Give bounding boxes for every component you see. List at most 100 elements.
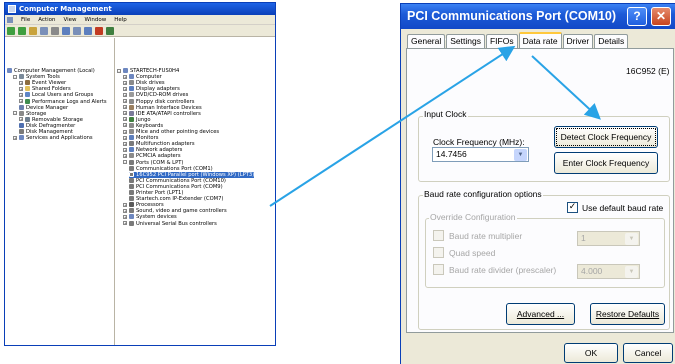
use-default-baud-checkbox[interactable]: ✓ [567,202,578,213]
tree-item[interactable]: + Computer [123,74,162,80]
tree-item[interactable]: + Sound, video and game controllers [123,208,227,214]
expand-icon[interactable]: + [123,135,127,140]
baud-divider-combo[interactable]: 4.000 ▼ [577,264,640,279]
dropdown-arrow-icon[interactable]: ▼ [625,233,638,245]
tree-item[interactable]: Computer Management (Local) [7,68,95,74]
device-tree[interactable]: - STARTECH-FUS0H4 + Computer + Disk drives + Di… [115,38,275,345]
tree-item[interactable]: + Human Interface Devices [123,104,202,111]
tree-item[interactable]: + System devices [123,214,177,220]
tree-item[interactable]: Communications Port (COM1) [129,165,213,172]
restore-defaults-button[interactable]: Restore Defaults [590,303,665,325]
expand-icon[interactable]: + [19,92,23,97]
tab-general[interactable]: General [407,34,446,48]
detect-clock-button[interactable]: Detect Clock Frequency [554,126,658,148]
tab-data-rate[interactable]: Data rate [518,32,562,48]
tree-item[interactable]: + Mice and other pointing devices [123,129,219,135]
expand-icon[interactable]: + [123,129,127,134]
tree-item[interactable]: Printer Port (LPT1) [129,190,183,196]
help-icon[interactable] [62,26,70,35]
tree-item[interactable]: - System Tools [13,74,60,80]
collapse-icon[interactable]: - [123,160,127,164]
ok-button[interactable]: OK [564,343,618,363]
tree-item[interactable]: Disk Defragmenter [19,122,75,129]
baud-divider-checkbox[interactable] [433,264,444,275]
menu-help[interactable]: Help [114,15,127,24]
tree-item[interactable]: + Universal Serial Bus controllers [123,220,217,227]
expand-icon[interactable]: + [123,111,127,116]
expand-icon[interactable]: + [19,80,23,85]
close-button[interactable]: ✕ [651,7,671,26]
expand-icon[interactable]: + [123,123,127,128]
tree-item[interactable]: - STARTECH-FUS0H4 [117,68,179,74]
tree-item[interactable]: + Disk drives [123,80,165,86]
scan-hardware-icon[interactable] [84,26,92,35]
tree-item[interactable]: + Jungo [123,116,151,123]
tree-item[interactable]: + DVD/CD-ROM drives [123,92,188,98]
tree-item[interactable]: + Performance Logs and Alerts [19,98,107,105]
expand-icon[interactable]: + [123,208,127,213]
tree-item[interactable]: + Processors [123,202,164,208]
baud-multiplier-combo[interactable]: 1 ▼ [577,231,640,246]
advanced-button[interactable]: Advanced ... [506,303,575,325]
dropdown-arrow-icon[interactable]: ▼ [514,149,527,161]
expand-icon[interactable]: + [123,92,127,97]
expand-icon[interactable]: + [19,117,23,122]
tree-item[interactable]: + Event Viewer [19,80,66,86]
expand-icon[interactable]: + [123,153,127,158]
forward-icon[interactable] [18,26,26,35]
tree-item[interactable]: + Monitors [123,135,158,141]
tree-item[interactable]: + Local Users and Groups [19,92,93,98]
tree-item[interactable]: Device Manager [19,104,68,111]
expand-icon[interactable]: + [123,74,127,79]
menu-window[interactable]: Window [85,15,107,24]
tree-item[interactable]: + Services and Applications [13,135,93,141]
tree-item[interactable]: + Multifunction adapters [123,141,195,147]
console-tree[interactable]: Computer Management (Local) - System Tools… [5,38,115,345]
enter-clock-button[interactable]: Enter Clock Frequency [554,152,658,174]
cancel-button[interactable]: Cancel [623,343,673,363]
tree-item[interactable]: 16C952 PCI Parallel port (Windows XP) (L… [129,171,255,178]
menu-file[interactable]: File [21,15,30,24]
tab-driver[interactable]: Driver [562,34,594,48]
expand-icon[interactable]: + [123,221,127,225]
tree-item[interactable]: + Removable Storage [19,116,83,123]
print-icon[interactable] [51,26,59,35]
tree-item[interactable]: PCI Communications Port (COM9) [129,183,223,190]
expand-icon[interactable]: + [123,147,127,152]
tab-details[interactable]: Details [594,34,629,48]
expand-icon[interactable]: + [123,99,127,103]
baud-multiplier-checkbox[interactable] [433,230,444,241]
tree-item[interactable]: Disk Management [19,129,73,135]
tree-item[interactable]: + Shared Folders [19,86,71,92]
expand-icon[interactable]: + [123,80,127,85]
menu-view[interactable]: View [63,15,76,24]
expand-icon[interactable]: + [19,99,23,103]
tree-item[interactable]: + Floppy disk controllers [123,98,194,105]
disable-icon[interactable] [106,26,114,35]
expand-icon[interactable]: + [13,135,17,140]
tree-item[interactable]: + IDE ATA/ATAPI controllers [123,110,201,117]
show-tree-icon[interactable] [40,26,48,35]
tree-item[interactable]: + Network adapters [123,147,182,153]
tree-item[interactable]: - Ports (COM & LPT) [123,159,183,166]
expand-icon[interactable]: + [19,86,23,91]
expand-icon[interactable]: + [123,141,127,146]
uninstall-icon[interactable] [95,26,103,35]
tree-item[interactable]: + Keyboards [123,122,163,129]
help-button[interactable]: ? [627,7,647,26]
tab-settings[interactable]: Settings [446,34,485,48]
tree-item[interactable]: - Storage [13,110,46,117]
tree-item[interactable]: PCI Communications Port (COM10) [129,177,226,184]
tab-fifos[interactable]: FIFOs [485,34,518,48]
dialog-title-bar[interactable]: PCI Communications Port (COM10) Properti… [401,4,675,48]
up-icon[interactable] [29,26,37,35]
expand-icon[interactable]: + [123,117,127,122]
collapse-icon[interactable]: - [13,111,17,116]
collapse-icon[interactable]: - [13,74,17,79]
back-icon[interactable] [7,26,15,35]
properties-icon[interactable] [73,26,81,35]
expand-icon[interactable]: + [123,202,127,207]
expand-icon[interactable]: + [123,86,127,91]
tree-item[interactable]: + Display adapters [123,86,180,92]
expand-icon[interactable]: + [123,214,127,219]
